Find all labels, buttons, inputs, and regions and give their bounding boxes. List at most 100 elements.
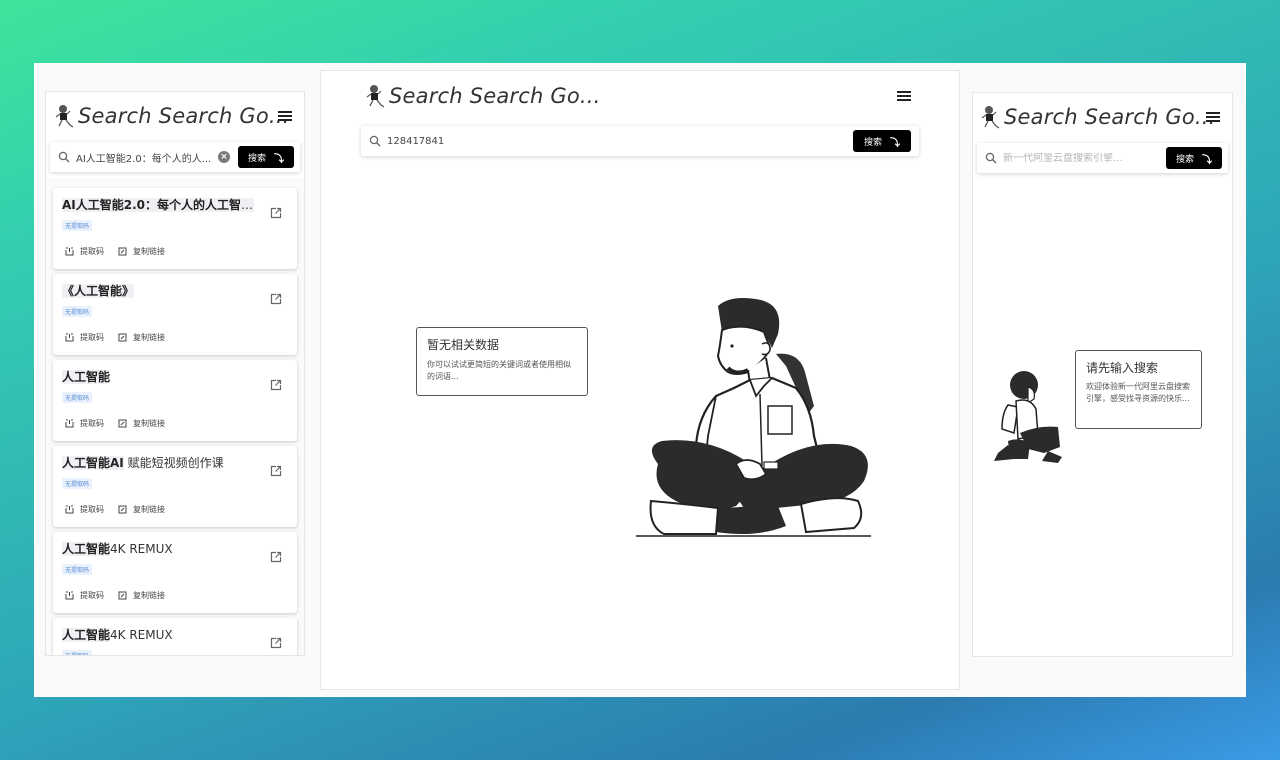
mobile-preview-results: Search Search Go... × 搜索 ⤵ AI人工智能2.0：每个人… <box>45 91 305 656</box>
result-title[interactable]: AI人工智能2.0：每个人的人工智... <box>62 197 254 213</box>
search-bar: 搜索 ⤵ <box>977 143 1228 173</box>
copy-link-button[interactable]: 复制链接 <box>118 246 165 257</box>
search-container: 搜索 ⤵ <box>973 141 1232 173</box>
sitting-person-illustration <box>636 298 871 537</box>
no-code-badge: 无提取码 <box>62 564 93 575</box>
copy-link-icon <box>118 333 127 342</box>
result-title[interactable]: 《人工智能》 <box>62 283 254 299</box>
prompt-text: 欢迎体验新一代阿里云盘搜索引擎，感受找寻资源的快乐... <box>1086 382 1190 403</box>
copy-link-button[interactable]: 复制链接 <box>118 590 165 601</box>
no-code-badge: 无提取码 <box>62 650 93 655</box>
result-title-highlight: 人工智能 <box>62 370 111 384</box>
external-link-icon[interactable] <box>270 465 282 477</box>
search-button-label: 搜索 <box>1175 154 1194 165</box>
search-button[interactable]: 搜索 ⤵ <box>237 146 294 168</box>
no-code-badge: 无提取码 <box>62 220 93 231</box>
header: Search Search Go... <box>46 93 304 139</box>
empty-state-text: 你可以试试更简短的关键词或者使用相似的词语... <box>427 360 571 381</box>
result-title[interactable]: 人工智能4K REMUX <box>62 541 254 557</box>
app-stage: Search Search Go... × 搜索 ⤵ AI人工智能2.0：每个人… <box>34 63 1246 697</box>
brand-title[interactable]: Search Search Go... <box>78 104 290 128</box>
download-box-icon <box>65 505 74 514</box>
copy-link-button[interactable]: 复制链接 <box>118 418 165 429</box>
extract-code-button[interactable]: 提取码 <box>65 504 104 515</box>
hamburger-menu-icon[interactable] <box>897 91 911 101</box>
logo-icon[interactable] <box>54 103 76 129</box>
extract-code-label: 提取码 <box>80 333 104 342</box>
copy-link-label: 复制链接 <box>133 247 165 256</box>
empty-state-message: 暂无相关数据 你可以试试更简短的关键词或者使用相似的词语... <box>416 327 588 396</box>
download-box-icon <box>65 419 74 428</box>
extract-code-button[interactable]: 提取码 <box>65 590 104 601</box>
clear-icon[interactable]: × <box>217 151 230 163</box>
no-code-badge: 无提取码 <box>62 478 93 489</box>
search-input[interactable] <box>1003 152 1166 164</box>
copy-link-label: 复制链接 <box>133 505 165 514</box>
hamburger-menu-icon[interactable] <box>1206 112 1220 122</box>
search-bar: 搜索 ⤵ <box>361 126 919 156</box>
brand-title[interactable]: Search Search Go... <box>389 84 601 108</box>
result-card[interactable]: 人工智能4K REMUX 无提取码 提取码 复制链接 <box>53 532 297 613</box>
result-title[interactable]: 人工智能AI 赋能短视频创作课 <box>62 455 254 471</box>
result-title[interactable]: 人工智能 <box>62 369 254 385</box>
result-actions: 提取码 复制链接 <box>65 418 165 429</box>
extract-code-label: 提取码 <box>80 247 104 256</box>
header: Search Search Go... <box>321 71 959 121</box>
kneeling-person-illustration <box>994 371 1062 463</box>
result-card[interactable]: 《人工智能》 无提取码 提取码 复制链接 <box>53 274 297 355</box>
result-card[interactable]: 人工智能4K REMUX 无提取码 提取码 复制链接 <box>53 618 297 655</box>
search-button-label: 搜索 <box>863 137 882 148</box>
results-list: AI人工智能2.0：每个人的人工智... 无提取码 提取码 复制链接 《人工智能… <box>46 178 304 655</box>
result-title-rest: 赋能短视频创作课 <box>123 456 224 470</box>
extract-code-button[interactable]: 提取码 <box>65 246 104 257</box>
extract-code-button[interactable]: 提取码 <box>65 332 104 343</box>
search-button-label: 搜索 <box>247 153 266 164</box>
hamburger-menu-icon[interactable] <box>278 111 292 121</box>
download-box-icon <box>65 247 74 256</box>
empty-state-title: 暂无相关数据 <box>427 338 500 352</box>
search-container: × 搜索 ⤵ <box>46 139 304 178</box>
enter-arrow-icon: ⤵ <box>890 137 900 149</box>
result-title[interactable]: 人工智能4K REMUX <box>62 627 254 643</box>
external-link-icon[interactable] <box>270 379 282 391</box>
copy-link-icon <box>118 419 127 428</box>
result-card[interactable]: AI人工智能2.0：每个人的人工智... 无提取码 提取码 复制链接 <box>53 188 297 269</box>
search-icon <box>58 151 70 163</box>
logo-icon[interactable] <box>980 104 1002 130</box>
result-card[interactable]: 人工智能AI 赋能短视频创作课 无提取码 提取码 复制链接 <box>53 446 297 527</box>
external-link-icon[interactable] <box>270 293 282 305</box>
copy-link-label: 复制链接 <box>133 333 165 342</box>
prompt-title: 请先输入搜索 <box>1086 361 1159 375</box>
search-icon <box>369 135 381 147</box>
result-title-rest: 4K REMUX <box>110 542 173 556</box>
search-bar: × 搜索 ⤵ <box>50 142 300 172</box>
extract-code-label: 提取码 <box>80 505 104 514</box>
result-actions: 提取码 复制链接 <box>65 246 165 257</box>
result-card[interactable]: 人工智能 无提取码 提取码 复制链接 <box>53 360 297 441</box>
copy-link-icon <box>118 505 127 514</box>
result-title-rest: 4K REMUX <box>110 628 173 642</box>
search-input[interactable] <box>76 151 218 163</box>
search-button[interactable]: 搜索 ⤵ <box>1165 147 1222 169</box>
no-code-badge: 无提取码 <box>62 306 93 317</box>
result-title-highlight: AI人工智能2.0：每个人的人工智... <box>62 198 254 212</box>
external-link-icon[interactable] <box>270 637 282 649</box>
enter-arrow-icon: ⤵ <box>1202 154 1212 166</box>
extract-code-label: 提取码 <box>80 591 104 600</box>
extract-code-button[interactable]: 提取码 <box>65 418 104 429</box>
copy-link-label: 复制链接 <box>133 591 165 600</box>
search-icon <box>985 152 997 164</box>
logo-icon[interactable] <box>365 83 387 109</box>
result-title-highlight: 《人工智能》 <box>62 284 135 298</box>
desktop-preview-empty: Search Search Go... 搜索 ⤵ 暂无相关数据 你可以试试更简短… <box>320 70 960 690</box>
external-link-icon[interactable] <box>270 207 282 219</box>
copy-link-button[interactable]: 复制链接 <box>118 332 165 343</box>
external-link-icon[interactable] <box>270 551 282 563</box>
mobile-preview-initial: Search Search Go... 搜索 ⤵ 请先输入 <box>972 92 1233 657</box>
brand-title[interactable]: Search Search Go... <box>1004 105 1216 129</box>
search-input[interactable] <box>387 135 853 147</box>
result-actions: 提取码 复制链接 <box>65 504 165 515</box>
prompt-message: 请先输入搜索 欢迎体验新一代阿里云盘搜索引擎，感受找寻资源的快乐... <box>1075 350 1202 429</box>
copy-link-button[interactable]: 复制链接 <box>118 504 165 515</box>
search-button[interactable]: 搜索 ⤵ <box>852 130 911 152</box>
